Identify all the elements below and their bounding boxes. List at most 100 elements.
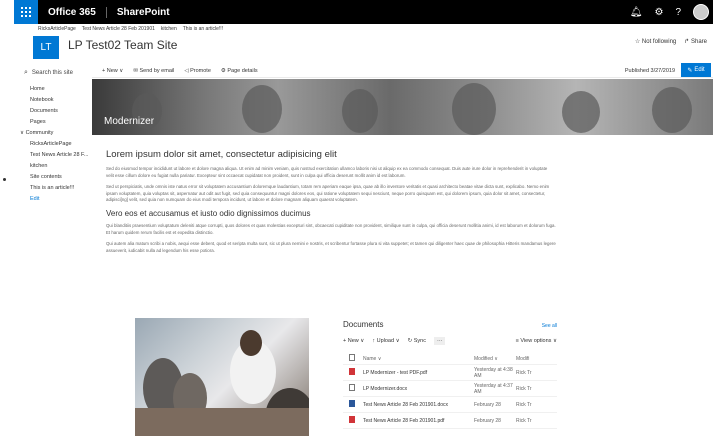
edit-label: Edit — [694, 67, 705, 73]
see-all-link[interactable]: See all — [542, 323, 557, 329]
article-heading: Lorem ipsum dolor sit amet, consectetur … — [106, 149, 337, 160]
command-bar: + New ∨ ✉ Send by email ◁ Promote ⚙ Page… — [92, 64, 713, 78]
office365-brand[interactable]: Office 365 — [48, 7, 96, 18]
gear-icon: ⚙ — [220, 67, 226, 74]
table-row[interactable]: LP Modernizer - test PDF.pdf Yesterday a… — [343, 365, 557, 381]
chevron-down-icon: ∨ — [119, 67, 124, 74]
follow-button[interactable]: ☆ Not following — [635, 38, 676, 45]
photo-person — [240, 330, 262, 356]
hero-title: Modernizer — [104, 116, 155, 127]
chevron-down-icon: ∨ — [360, 338, 365, 344]
table-row[interactable]: LP Modernizer.docx Yesterday at 4:37 AM … — [343, 381, 557, 397]
nav-item-ricksarticlepage[interactable]: RicksArticlePage — [14, 139, 92, 150]
breadcrumb: RicksArticlePage Test News Article 28 Fe… — [38, 26, 223, 32]
pdf-icon — [349, 416, 355, 423]
nav-item-pages[interactable]: Pages — [14, 117, 92, 128]
plus-icon: + — [102, 67, 106, 74]
megaphone-icon: ◁ — [184, 67, 189, 74]
nav-item-site-contents[interactable]: Site contents — [14, 172, 92, 183]
upload-icon: ↑ — [372, 338, 376, 344]
site-logo[interactable]: LT — [33, 36, 59, 59]
new-button[interactable]: + New ∨ — [102, 68, 123, 74]
column-header-modified[interactable]: Modified ∨ — [474, 356, 516, 362]
photo-table — [135, 408, 309, 436]
table-header: Name ∨ Modified ∨ Modifi — [343, 353, 557, 365]
sharepoint-brand[interactable]: SharePoint — [105, 6, 170, 18]
view-options-label: View options — [520, 338, 552, 344]
search-icon: ⌕ — [24, 69, 28, 76]
breadcrumb-item[interactable]: RicksArticlePage — [38, 26, 76, 32]
breadcrumb-item[interactable]: This is an article!!! — [183, 26, 223, 32]
column-header-modified-by[interactable]: Modifi — [516, 356, 536, 362]
word-icon — [349, 400, 355, 407]
nav-group-community[interactable]: ∨ Community — [14, 128, 92, 139]
column-header-name[interactable]: Name ∨ — [363, 356, 474, 362]
avatar[interactable] — [693, 4, 709, 20]
chevron-down-icon: ∨ — [552, 338, 557, 344]
more-actions-button[interactable]: ··· — [433, 337, 446, 345]
nav-item-documents[interactable]: Documents — [14, 106, 92, 117]
suite-actions: 🔔︎ ⚙ ? — [630, 0, 709, 24]
hero-banner: Modernizer — [92, 79, 713, 135]
site-title[interactable]: LP Test02 Team Site — [68, 38, 177, 52]
nav-item-kitchen[interactable]: kitchen — [14, 161, 92, 172]
edit-button[interactable]: ✎ Edit — [681, 63, 711, 77]
file-name[interactable]: Test News Article 28 Feb 201901.pdf — [363, 418, 474, 424]
upload-button[interactable]: ↑ Upload ∨ — [372, 338, 399, 344]
share-button[interactable]: ↱ Share — [684, 38, 707, 45]
nav-item-test-news[interactable]: Test News Article 28 F... — [14, 150, 92, 161]
file-modified-by: Rick Tr — [516, 401, 532, 408]
documents-title[interactable]: Documents — [343, 320, 383, 329]
file-modified: Yesterday at 4:38 AM — [474, 366, 513, 379]
gear-icon[interactable]: ⚙ — [654, 7, 663, 18]
table-row[interactable]: Test News Article 28 Feb 201901.docx Feb… — [343, 397, 557, 413]
follow-label: Not following — [641, 39, 677, 45]
file-modified-by: Rick Tr — [516, 385, 532, 392]
table-row[interactable]: Test News Article 28 Feb 201901.pdf Febr… — [343, 413, 557, 429]
app-launcher-button[interactable] — [14, 0, 38, 24]
nav-edit-link[interactable]: Edit — [14, 194, 92, 205]
file-name[interactable]: Test News Article 28 Feb 201901.docx — [363, 402, 474, 408]
hero-figure — [452, 83, 496, 135]
article-paragraph: Qui blanditiis praesentium voluptatum de… — [106, 222, 556, 235]
nav-item-home[interactable]: Home — [14, 84, 92, 95]
search-input[interactable]: ⌕ Search this site — [24, 69, 73, 77]
doc-new-label: New — [347, 338, 359, 344]
send-label: Send by email — [139, 67, 175, 74]
suite-bar: Office 365 SharePoint 🔔︎ ⚙ ? — [14, 0, 713, 24]
doc-new-button[interactable]: + New ∨ — [343, 338, 364, 344]
nav-item-article[interactable]: This is an article!!! — [14, 183, 92, 194]
file-modified-by: Rick Tr — [516, 417, 532, 424]
send-email-button[interactable]: ✉ Send by email — [133, 68, 174, 74]
breadcrumb-item[interactable]: Test News Article 28 Feb 201901 — [82, 26, 155, 32]
pdf-icon — [349, 368, 355, 375]
help-icon[interactable]: ? — [675, 7, 681, 18]
file-type-header[interactable] — [343, 354, 363, 363]
filter-icon: ≡ — [515, 338, 519, 344]
bell-icon[interactable]: 🔔︎ — [630, 7, 643, 18]
sync-label: Sync — [413, 338, 426, 344]
hero-figure — [652, 87, 692, 133]
new-label: New — [106, 67, 118, 74]
view-options-button[interactable]: ≡ View options ∨ — [516, 338, 557, 344]
file-modified: Yesterday at 4:37 AM — [474, 382, 513, 395]
modified-header-label: Modified — [474, 355, 493, 362]
file-name[interactable]: LP Modernizer.docx — [363, 386, 474, 392]
site-actions: ☆ Not following ↱ Share — [635, 38, 707, 45]
article-body: Lorem ipsum dolor sit amet, consectetur … — [106, 149, 556, 259]
article-paragraph: Qui autem alia matum scribi a nobis, aeq… — [106, 241, 556, 253]
hero-figure — [342, 89, 378, 133]
promote-button[interactable]: ◁ Promote — [184, 68, 211, 74]
file-icon — [349, 384, 355, 391]
published-status: Published 3/27/2019 — [624, 68, 675, 74]
details-label: Page details — [227, 67, 258, 74]
star-icon: ☆ — [634, 39, 641, 45]
sync-button[interactable]: ↻ Sync — [408, 338, 426, 344]
breadcrumb-item[interactable]: kitchen — [161, 26, 177, 32]
file-name[interactable]: LP Modernizer - test PDF.pdf — [363, 370, 474, 376]
chevron-down-icon: ∨ — [377, 355, 382, 362]
page-details-button[interactable]: ⚙ Page details — [221, 68, 258, 74]
chevron-down-icon: ∨ — [494, 355, 498, 362]
nav-item-notebook[interactable]: Notebook — [14, 95, 92, 106]
share-icon: ↱ — [684, 39, 690, 45]
